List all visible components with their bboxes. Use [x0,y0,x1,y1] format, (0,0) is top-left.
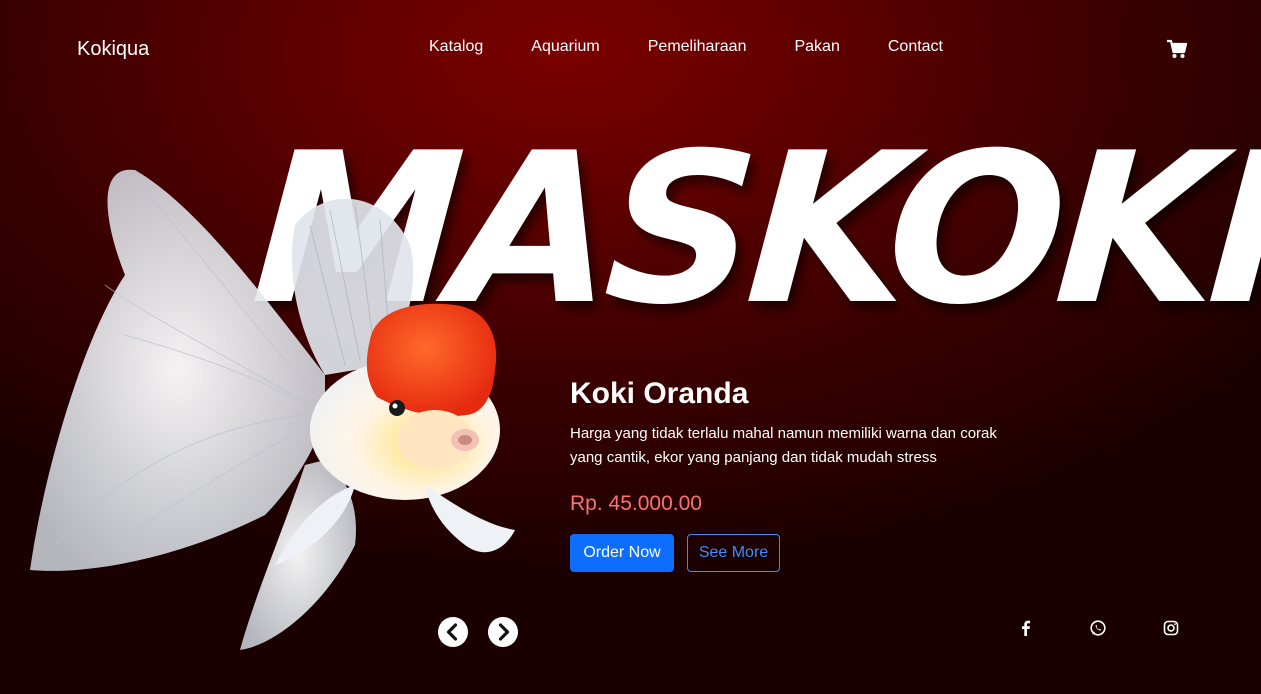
product-price: Rp. 45.000.00 [570,492,702,515]
instagram-icon[interactable] [1162,619,1180,637]
nav-item-pemeliharaan[interactable]: Pemeliharaan [648,38,747,56]
chevron-left-icon[interactable] [438,617,468,647]
product-description: Harga yang tidak terlalu mahal namun mem… [570,425,997,466]
main-menu: Katalog Aquarium Pemeliharaan Pakan Cont… [429,38,943,56]
nav-item-katalog[interactable]: Katalog [429,38,483,56]
whatsapp-icon[interactable] [1089,619,1107,637]
chevron-right-icon[interactable] [488,617,518,647]
product-info: Koki Oranda Harga yang tidak terlalu mah… [570,376,1030,572]
shopping-cart-icon[interactable] [1166,38,1188,60]
cta-buttons: Order Now See More [570,534,1030,572]
product-name: Koki Oranda [570,377,749,410]
oranda-goldfish-image [30,169,515,650]
nav-item-contact[interactable]: Contact [888,38,943,56]
nav-item-pakan[interactable]: Pakan [794,38,839,56]
navbar: Kokiqua Katalog Aquarium Pemeliharaan Pa… [0,0,1261,96]
brand-logo[interactable]: Kokiqua [77,38,149,61]
nav-item-aquarium[interactable]: Aquarium [531,38,599,56]
see-more-button[interactable]: See More [687,534,780,572]
order-now-button[interactable]: Order Now [570,534,674,572]
facebook-icon[interactable] [1017,619,1035,637]
